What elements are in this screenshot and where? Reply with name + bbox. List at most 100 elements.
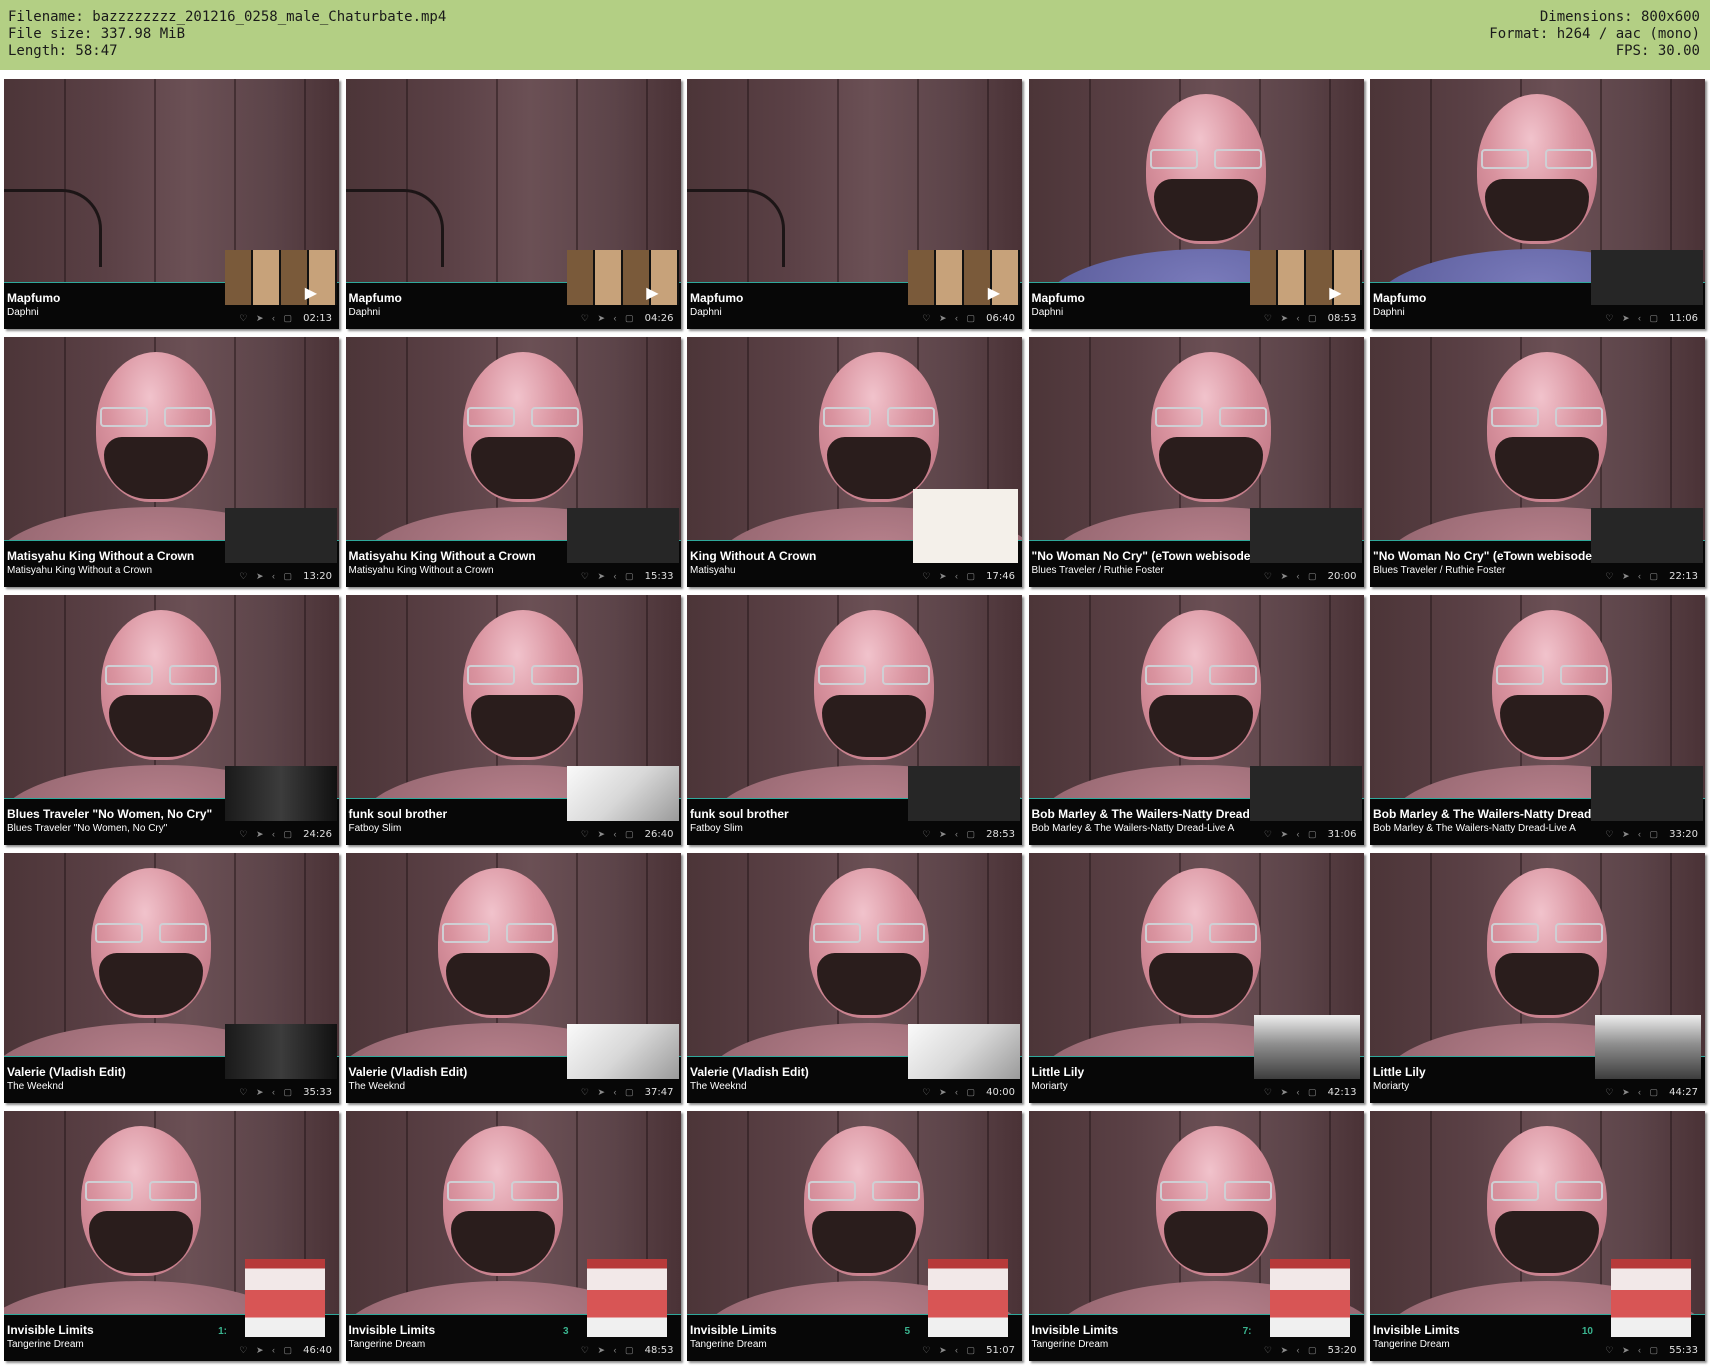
timestamp: 33:20 xyxy=(1668,829,1699,840)
video-thumbnail[interactable]: Matisyahu King Without a Crown Matisyahu … xyxy=(4,337,339,587)
lens xyxy=(813,923,861,943)
track-title: "No Woman No Cry" (eTown webisode xyxy=(1373,549,1592,563)
video-thumbnail[interactable]: Invisible Limits Tangerine Dream ♡ ➤ ‹ ▢ 51… xyxy=(687,1111,1022,1361)
control-icons[interactable]: ♡ ➤ ‹ ▢ xyxy=(581,571,637,582)
track-artist: Tangerine Dream xyxy=(7,1339,84,1350)
video-thumbnail[interactable]: Invisible Limits Tangerine Dream ♡ ➤ ‹ ▢ 46… xyxy=(4,1111,339,1361)
control-icons[interactable]: ♡ ➤ ‹ ▢ xyxy=(922,1345,978,1356)
video-thumbnail[interactable]: Bob Marley & The Wailers-Natty Dread Bob … xyxy=(1028,595,1364,845)
control-icons[interactable]: ♡ ➤ ‹ ▢ xyxy=(922,1087,978,1098)
track-title: Invisible Limits xyxy=(1373,1323,1460,1337)
control-icons[interactable]: ♡ ➤ ‹ ▢ xyxy=(239,313,295,324)
control-icons[interactable]: ♡ ➤ ‹ ▢ xyxy=(239,1345,295,1356)
video-thumbnail[interactable]: Matisyahu King Without a Crown Matisyahu … xyxy=(345,337,681,587)
play-icon[interactable]: ▶ xyxy=(305,283,317,303)
video-thumbnail[interactable]: Bob Marley & The Wailers-Natty Dread Bob … xyxy=(1370,595,1705,845)
fps: FPS: 30.00 xyxy=(1615,43,1700,59)
control-icons[interactable]: ♡ ➤ ‹ ▢ xyxy=(239,829,295,840)
track-artist: Matisyahu King Without a Crown xyxy=(348,565,494,576)
control-icons[interactable]: ♡ ➤ ‹ ▢ xyxy=(922,313,978,324)
album-art xyxy=(1591,250,1703,305)
filename: Filename: bazzzzzzzz_201216_0258_male_Ch… xyxy=(8,9,447,25)
track-title: Valerie (Vladish Edit) xyxy=(348,1065,468,1079)
timestamp: 13:20 xyxy=(302,571,333,582)
control-icons[interactable]: ♡ ➤ ‹ ▢ xyxy=(1264,1087,1320,1098)
video-thumbnail[interactable]: Invisible Limits Tangerine Dream ♡ ➤ ‹ ▢ 48… xyxy=(345,1111,681,1361)
glasses xyxy=(1491,407,1603,427)
timestamp: 02:13 xyxy=(302,313,333,324)
control-icons[interactable]: ♡ ➤ ‹ ▢ xyxy=(1605,1345,1661,1356)
play-icon[interactable]: ▶ xyxy=(988,283,1000,303)
control-icons[interactable]: ♡ ➤ ‹ ▢ xyxy=(581,1345,637,1356)
glasses xyxy=(105,665,217,685)
video-thumbnail[interactable]: Invisible Limits Tangerine Dream ♡ ➤ ‹ ▢ 53… xyxy=(1028,1111,1364,1361)
lens xyxy=(466,665,515,685)
control-icons[interactable]: ♡ ➤ ‹ ▢ xyxy=(581,829,637,840)
control-icons[interactable]: ♡ ➤ ‹ ▢ xyxy=(1605,571,1661,582)
video-thumbnail[interactable]: funk soul brother Fatboy Slim ♡ ➤ ‹ ▢ 28:53 xyxy=(687,595,1022,845)
control-icons[interactable]: ♡ ➤ ‹ ▢ xyxy=(239,1087,295,1098)
video-thumbnail[interactable]: ▶ Mapfumo Daphni ♡ ➤ ‹ ▢ 04:26 xyxy=(345,79,681,329)
video-thumbnail[interactable]: funk soul brother Fatboy Slim ♡ ➤ ‹ ▢ 26:40 xyxy=(345,595,681,845)
control-icons[interactable]: ♡ ➤ ‹ ▢ xyxy=(581,1087,637,1098)
video-thumbnail[interactable]: ▶ Mapfumo Daphni ♡ ➤ ‹ ▢ 08:53 xyxy=(1028,79,1364,329)
control-icons[interactable]: ♡ ➤ ‹ ▢ xyxy=(239,571,295,582)
control-icons[interactable]: ♡ ➤ ‹ ▢ xyxy=(1605,829,1661,840)
timestamp: 53:20 xyxy=(1326,1345,1358,1356)
track-title: King Without A Crown xyxy=(690,549,817,563)
control-icons[interactable]: ♡ ➤ ‹ ▢ xyxy=(1605,313,1661,324)
track-number: 5 xyxy=(904,1326,910,1337)
timestamp: 06:40 xyxy=(985,313,1016,324)
album-art xyxy=(1269,1259,1350,1337)
video-thumbnail[interactable]: "No Woman No Cry" (eTown webisode Blues T… xyxy=(1370,337,1705,587)
track-artist: Daphni xyxy=(7,307,39,318)
video-thumbnail[interactable]: Valerie (Vladish Edit) The Weeknd ♡ ➤ ‹ ▢ 3… xyxy=(4,853,339,1103)
lens xyxy=(505,923,554,943)
chair-silhouette xyxy=(345,189,444,267)
video-thumbnail[interactable]: Invisible Limits Tangerine Dream ♡ ➤ ‹ ▢ 55… xyxy=(1370,1111,1705,1361)
play-icon[interactable]: ▶ xyxy=(1329,283,1341,303)
control-icons[interactable]: ♡ ➤ ‹ ▢ xyxy=(922,571,978,582)
track-artist: The Weeknd xyxy=(348,1081,406,1092)
lens xyxy=(1144,923,1193,943)
video-thumbnail[interactable]: Blues Traveler "No Women, No Cry" Blues T… xyxy=(4,595,339,845)
video-thumbnail[interactable]: King Without A Crown Matisyahu ♡ ➤ ‹ ▢ 17:4… xyxy=(687,337,1022,587)
video-thumbnail[interactable]: Valerie (Vladish Edit) The Weeknd ♡ ➤ ‹ ▢ 3… xyxy=(345,853,681,1103)
video-thumbnail[interactable]: ▶ Mapfumo Daphni ♡ ➤ ‹ ▢ 02:13 xyxy=(4,79,339,329)
album-art xyxy=(908,766,1020,821)
track-title: Invisible Limits xyxy=(690,1323,777,1337)
track-artist: Daphni xyxy=(690,307,722,318)
album-art xyxy=(1249,250,1362,305)
play-icon[interactable]: ▶ xyxy=(646,283,658,303)
album-art xyxy=(908,1024,1020,1079)
track-title: Matisyahu King Without a Crown xyxy=(348,549,536,563)
video-thumbnail[interactable]: Little Lily Moriarty ♡ ➤ ‹ ▢ 44:27 xyxy=(1370,853,1705,1103)
album-art xyxy=(245,1259,325,1337)
video-thumbnail[interactable]: Mapfumo Daphni ♡ ➤ ‹ ▢ 11:06 xyxy=(1370,79,1705,329)
control-icons[interactable]: ♡ ➤ ‹ ▢ xyxy=(1264,829,1320,840)
lens xyxy=(530,407,579,427)
timestamp: 11:06 xyxy=(1668,313,1699,324)
lens xyxy=(1491,923,1539,943)
lens xyxy=(808,1181,856,1201)
control-icons[interactable]: ♡ ➤ ‹ ▢ xyxy=(1264,571,1320,582)
timestamp: 08:53 xyxy=(1326,313,1358,324)
control-icons[interactable]: ♡ ➤ ‹ ▢ xyxy=(1264,313,1320,324)
video-thumbnail[interactable]: Little Lily Moriarty ♡ ➤ ‹ ▢ 42:13 xyxy=(1028,853,1364,1103)
track-title: Invisible Limits xyxy=(348,1323,436,1337)
video-thumbnail[interactable]: "No Woman No Cry" (eTown webisode Blues T… xyxy=(1028,337,1364,587)
track-artist: Daphni xyxy=(1373,307,1405,318)
control-icons[interactable]: ♡ ➤ ‹ ▢ xyxy=(1264,1345,1320,1356)
glasses xyxy=(100,407,212,427)
track-number: 1: xyxy=(218,1326,227,1337)
glasses xyxy=(1491,923,1603,943)
track-number: 10 xyxy=(1581,1326,1593,1337)
control-icons[interactable]: ♡ ➤ ‹ ▢ xyxy=(922,829,978,840)
lens xyxy=(882,665,930,685)
control-icons[interactable]: ♡ ➤ ‹ ▢ xyxy=(581,313,637,324)
video-thumbnail[interactable]: Valerie (Vladish Edit) The Weeknd ♡ ➤ ‹ ▢ 4… xyxy=(687,853,1022,1103)
glasses xyxy=(95,923,207,943)
control-icons[interactable]: ♡ ➤ ‹ ▢ xyxy=(1605,1087,1661,1098)
video-thumbnail[interactable]: ▶ Mapfumo Daphni ♡ ➤ ‹ ▢ 06:40 xyxy=(687,79,1022,329)
video-info: Dimensions: 800x600 Format: h264 / aac (m… xyxy=(1489,9,1700,60)
